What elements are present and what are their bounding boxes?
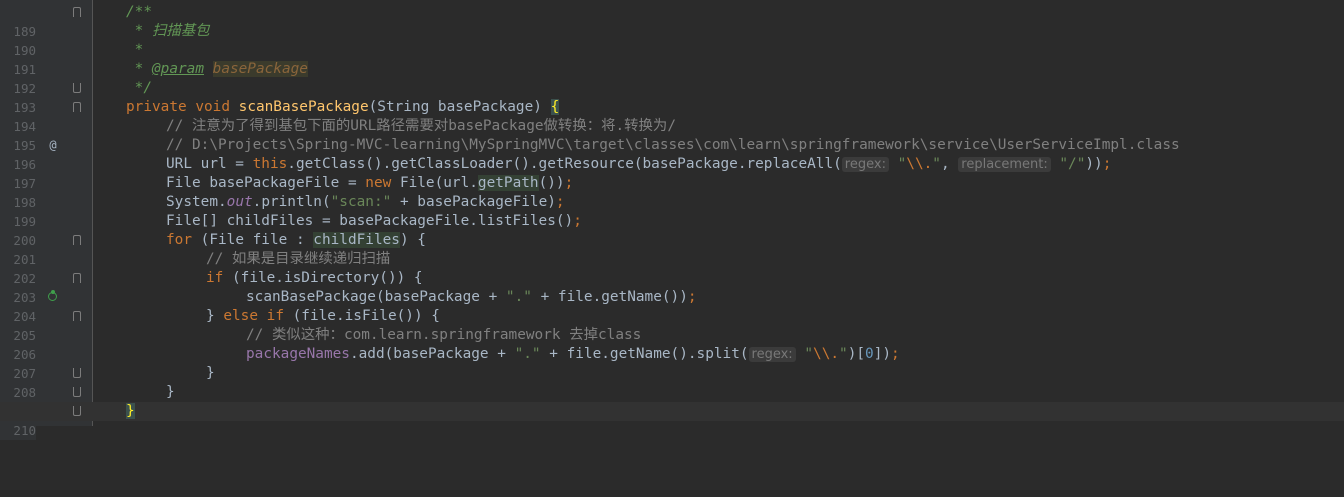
- code-line[interactable]: 200 File[] childFiles = basePackageFile.…: [0, 212, 1344, 248]
- code-line[interactable]: 208 }: [0, 364, 1344, 400]
- code-line[interactable]: 195 // 注意为了得到基包下面的URL路径需要对basePackage做转换…: [0, 117, 1344, 153]
- matched-brace: }: [126, 403, 135, 419]
- code-line[interactable]: 206 // 类似这种：com.learn.springframework 去掉…: [0, 326, 1344, 362]
- code-line[interactable]: 204 scanBasePackage(basePackage + "." + …: [0, 288, 1344, 324]
- code-text: /**: [126, 4, 152, 20]
- code-text: }: [166, 384, 175, 400]
- fold-end-icon[interactable]: [73, 83, 81, 93]
- code-text: File basePackageFile = new File(url.getP…: [166, 175, 574, 191]
- fold-end-icon[interactable]: [73, 387, 81, 397]
- code-line[interactable]: 190 * 扫描基包: [0, 22, 1344, 58]
- code-text: } else if (file.isFile()) {: [206, 308, 440, 324]
- code-text: scanBasePackage(basePackage + "." + file…: [246, 289, 697, 305]
- line-number: 210: [0, 421, 36, 440]
- code-text: for (File file : childFiles) {: [166, 232, 426, 248]
- code-text: // 注意为了得到基包下面的URL路径需要对basePackage做转换：将.转…: [166, 118, 676, 134]
- code-line[interactable]: 192 * @param basePackage: [0, 60, 1344, 96]
- param-hint: regex:: [841, 157, 889, 172]
- code-text: packageNames.add(basePackage + "." + fil…: [246, 346, 900, 362]
- fold-collapse-icon[interactable]: [73, 235, 81, 245]
- param-hint: regex:: [748, 347, 796, 362]
- code-text: File[] childFiles = basePackageFile.list…: [166, 213, 582, 229]
- fold-collapse-icon[interactable]: [73, 273, 81, 283]
- code-line[interactable]: 196 // D:\Projects\Spring-MVC-learning\M…: [0, 136, 1344, 172]
- code-line[interactable]: 202 // 如果是目录继续递归扫描: [0, 250, 1344, 286]
- code-line[interactable]: 193 */: [0, 79, 1344, 115]
- code-text: // 如果是目录继续递归扫描: [206, 251, 391, 267]
- fold-collapse-icon[interactable]: [73, 102, 81, 112]
- code-text: */: [126, 80, 152, 96]
- recursive-call-icon: [48, 290, 57, 301]
- code-text: *: [126, 42, 144, 58]
- code-text: // 类似这种：com.learn.springframework 去掉clas…: [246, 327, 642, 343]
- matched-brace: {: [550, 99, 560, 115]
- code-line[interactable]: 194 @ private void scanBasePackage(Strin…: [0, 98, 1344, 152]
- code-text: }: [206, 365, 215, 381]
- code-editor[interactable]: 189 /** 190 * 扫描基包 191 * 192 * @param ba…: [0, 0, 1344, 440]
- fold-collapse-icon[interactable]: [73, 7, 81, 17]
- code-text: System.out.println("scan:" + basePackage…: [166, 194, 565, 210]
- code-text: URL url = this.getClass().getClassLoader…: [166, 156, 1112, 172]
- fold-end-icon[interactable]: [73, 406, 81, 416]
- param-hint: replacement:: [958, 157, 1051, 172]
- fold-end-icon[interactable]: [73, 368, 81, 378]
- code-text: }: [126, 402, 135, 421]
- code-line-current[interactable]: 210 }: [0, 402, 1344, 440]
- code-text: // D:\Projects\Spring-MVC-learning\MySpr…: [166, 137, 1180, 153]
- code-line[interactable]: 189 /**: [0, 3, 1344, 39]
- code-line[interactable]: 198 File basePackageFile = new File(url.…: [0, 174, 1344, 210]
- code-text: * 扫描基包: [126, 23, 210, 39]
- code-line[interactable]: 207 packageNames.add(basePackage + "." +…: [0, 345, 1344, 381]
- code-line[interactable]: 197 URL url = this.getClass().getClassLo…: [0, 155, 1344, 191]
- code-line[interactable]: 201 for (File file : childFiles) {: [0, 231, 1344, 267]
- code-line[interactable]: 191 *: [0, 41, 1344, 77]
- code-text: * @param basePackage: [126, 61, 308, 77]
- code-text: private void scanBasePackage(String base…: [126, 99, 560, 115]
- code-line[interactable]: 205 } else if (file.isFile()) {: [0, 307, 1344, 343]
- fold-collapse-icon[interactable]: [73, 311, 81, 321]
- code-line[interactable]: 203 if (file.isDirectory()) {: [0, 269, 1344, 305]
- code-line[interactable]: 209 }: [0, 383, 1344, 419]
- code-text: if (file.isDirectory()) {: [206, 270, 423, 286]
- code-line[interactable]: 199 System.out.println("scan:" + basePac…: [0, 193, 1344, 229]
